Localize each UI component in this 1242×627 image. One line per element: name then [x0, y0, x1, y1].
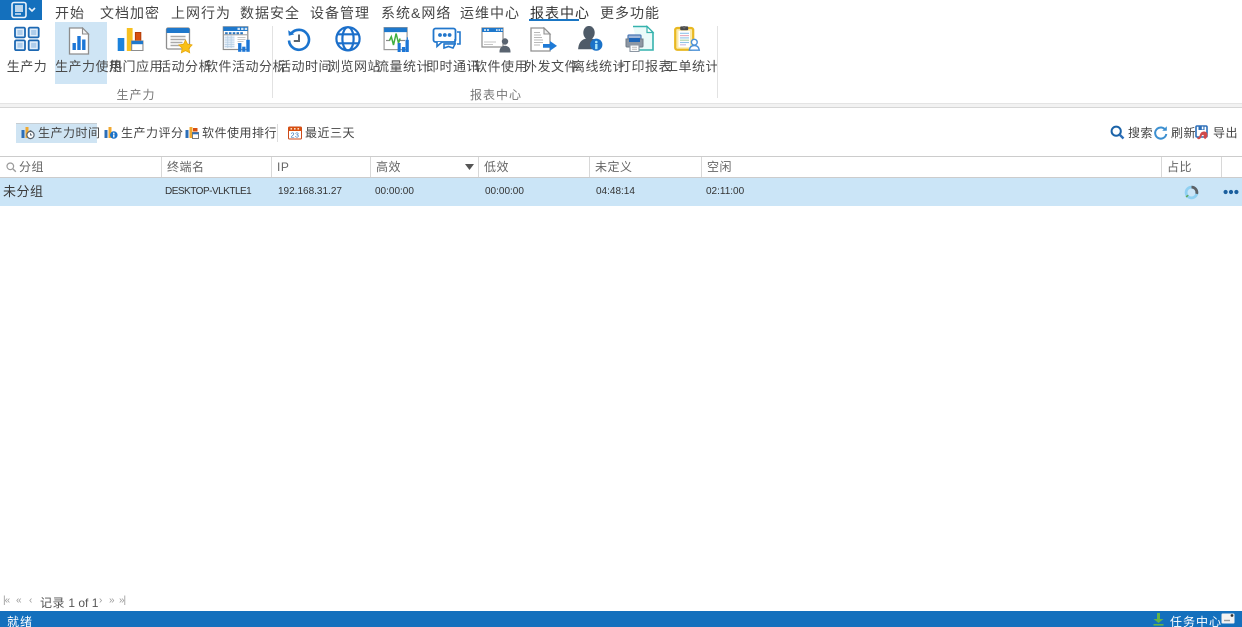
svg-text:23: 23 — [291, 133, 300, 140]
